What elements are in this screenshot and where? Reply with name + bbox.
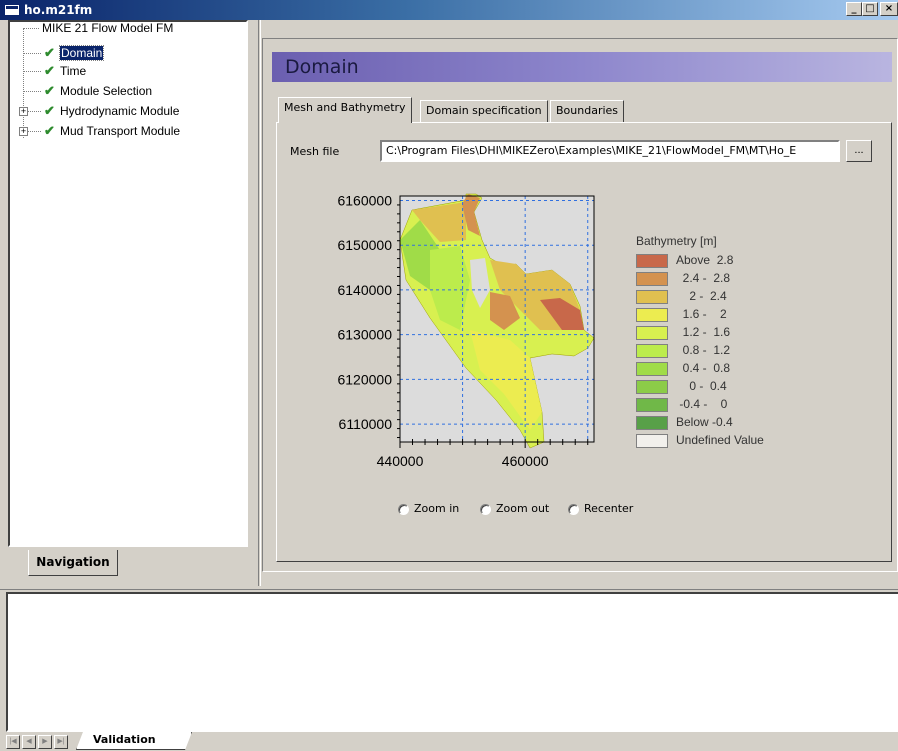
radio-button[interactable] (398, 504, 409, 515)
legend-swatch (636, 290, 668, 304)
legend-label: Undefined Value (676, 433, 764, 447)
checkmark-icon: ✔ (44, 123, 55, 138)
next-tab-icon[interactable]: ▶ (38, 735, 52, 749)
bathymetry-chart[interactable]: 6110000 6120000 6130000 6140000 6150000 61600… (290, 180, 630, 490)
legend-label: 0.8 - 1.2 (676, 343, 731, 357)
checkmark-icon: ✔ (44, 83, 55, 98)
checkmark-icon: ✔ (44, 45, 55, 60)
legend-swatch (636, 272, 668, 286)
tree-item-mud-transport-module[interactable]: Mud Transport Module (60, 123, 180, 139)
tree-item-root[interactable]: MIKE 21 Flow Model FM (42, 22, 173, 36)
close-button[interactable]: × (880, 2, 898, 16)
first-tab-icon[interactable]: |◀ (6, 735, 20, 749)
x-tick-label: 460000 (502, 453, 549, 469)
legend-label: 2.4 - 2.8 (676, 271, 731, 285)
y-tick-label: 6120000 (337, 371, 392, 387)
mesh-file-input[interactable]: C:\Program Files\DHI\MIKEZero\Examples\M… (380, 140, 840, 162)
mesh-file-label: Mesh file (290, 145, 340, 158)
y-tick-label: 6110000 (339, 416, 393, 432)
tab-validation[interactable]: Validation (76, 732, 192, 750)
legend-swatch (636, 398, 668, 412)
sheet-tab-bar: |◀ ◀ ▶ ▶| Validation (0, 732, 898, 751)
minimize-button[interactable]: _ (846, 2, 862, 16)
legend-label: 0.4 - 0.8 (676, 361, 731, 375)
legend-label: -0.4 - 0 (676, 397, 728, 411)
legend-swatch (636, 326, 668, 340)
tab-navigation[interactable]: Navigation (28, 550, 118, 576)
prev-tab-icon[interactable]: ◀ (22, 735, 36, 749)
tree-item-hydrodynamic-module[interactable]: Hydrodynamic Module (60, 103, 179, 119)
tree-connector (23, 28, 24, 138)
maximize-button[interactable]: □ (862, 2, 878, 16)
tree-item-label: Domain (58, 45, 105, 61)
browse-button[interactable]: ... (846, 140, 872, 162)
legend-swatch (636, 434, 668, 448)
tree-item-domain[interactable]: Domain (58, 45, 105, 61)
tab-domain-specification[interactable]: Domain specification (420, 100, 548, 122)
y-tick-label: 6130000 (337, 327, 392, 343)
checkmark-icon: ✔ (44, 103, 55, 118)
vertical-splitter[interactable] (258, 20, 261, 586)
tab-boundaries[interactable]: Boundaries (550, 100, 625, 122)
legend-label: 2 - 2.4 (676, 289, 727, 303)
legend-label: 1.6 - 2 (676, 307, 727, 321)
legend-label: Below -0.4 (676, 415, 733, 429)
tree-connector (23, 28, 39, 29)
last-tab-icon[interactable]: ▶| (54, 735, 68, 749)
legend-swatch (636, 362, 668, 376)
legend-swatch (636, 344, 668, 358)
section-header-bar (272, 52, 892, 82)
horizontal-splitter[interactable] (0, 586, 898, 590)
legend-label: 1.2 - 1.6 (676, 325, 731, 339)
legend-swatch (636, 308, 668, 322)
tree-connector (23, 71, 41, 72)
page-title: Domain (285, 56, 359, 78)
y-tick-label: 6140000 (337, 282, 392, 298)
radio-label: Zoom in (414, 502, 460, 515)
legend-label: Above 2.8 (676, 253, 734, 267)
x-tick-label: 440000 (377, 453, 424, 469)
y-tick-label: 6160000 (337, 192, 392, 208)
legend-swatch (636, 254, 668, 268)
window-title-bar[interactable] (0, 0, 898, 20)
radio-label: Recenter (584, 502, 634, 515)
legend-swatch (636, 380, 668, 394)
tab-mesh-and-bathymetry[interactable]: Mesh and Bathymetry (278, 97, 412, 123)
window-title: ho.m21fm (24, 3, 93, 17)
expand-plus-icon[interactable]: + (19, 107, 28, 116)
radio-label: Zoom out (496, 502, 550, 515)
tree-item-time[interactable]: Time (60, 63, 86, 79)
tree-connector (23, 91, 41, 92)
checkmark-icon: ✔ (44, 63, 55, 78)
radio-button[interactable] (480, 504, 491, 515)
legend-title: Bathymetry [m] (636, 234, 717, 248)
navigation-tree[interactable]: MIKE 21 Flow Model FM ✔ Domain ✔ Time ✔ … (8, 20, 248, 547)
expand-plus-icon[interactable]: + (19, 127, 28, 136)
radio-button[interactable] (568, 504, 579, 515)
app-window-icon (4, 4, 20, 16)
y-tick-label: 6150000 (337, 237, 392, 253)
validation-output (6, 592, 898, 732)
legend-swatch (636, 416, 668, 430)
tree-connector (23, 53, 41, 54)
tree-item-module-selection[interactable]: Module Selection (60, 83, 152, 99)
legend-label: 0 - 0.4 (676, 379, 727, 393)
